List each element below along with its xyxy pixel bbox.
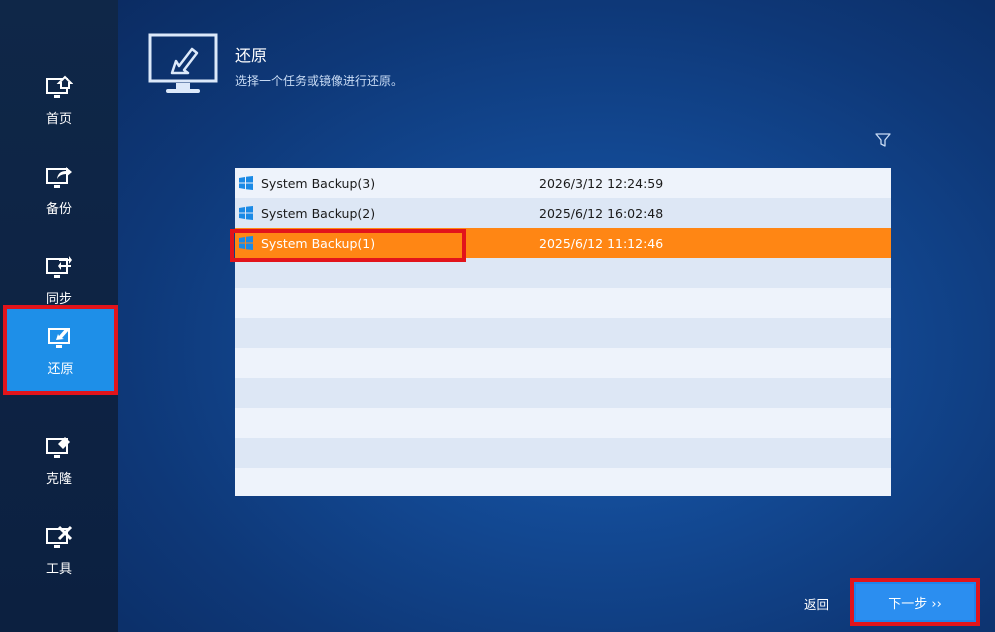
back-button[interactable]: 返回 <box>804 594 829 613</box>
empty-row <box>235 378 891 408</box>
sidebar-item-label: 工具 <box>45 561 72 577</box>
empty-row <box>235 348 891 378</box>
sync-icon <box>46 255 72 278</box>
sidebar-item-label: 同步 <box>45 291 72 307</box>
sidebar-item-tools[interactable]: 工具 <box>0 505 118 595</box>
empty-row <box>235 438 891 468</box>
restore-icon <box>47 327 70 348</box>
backup-time: 2025/6/12 11:12:46 <box>539 235 664 251</box>
backup-name: System Backup(3) <box>261 175 376 191</box>
sidebar-item-label: 还原 <box>47 361 74 377</box>
sidebar-item-home[interactable]: 首页 <box>0 55 118 145</box>
clone-icon <box>46 436 70 458</box>
restore-header-icon <box>148 33 218 93</box>
tools-icon <box>46 525 73 548</box>
sidebar-item-label: 首页 <box>45 111 72 127</box>
empty-row <box>235 288 891 318</box>
empty-row <box>235 318 891 348</box>
next-button-label: 下一步 ›› <box>888 596 942 612</box>
empty-row <box>235 468 891 496</box>
windows-icon <box>239 206 253 220</box>
sidebar-item-clone[interactable]: 克隆 <box>0 415 118 505</box>
backup-name: System Backup(1) <box>261 235 376 251</box>
list-item[interactable]: System Backup(2) 2025/6/12 16:02:48 <box>235 198 891 228</box>
backup-name: System Backup(2) <box>261 205 376 221</box>
sidebar-item-backup[interactable]: 备份 <box>0 145 118 235</box>
sidebar-item-restore[interactable]: 还原 <box>3 305 118 395</box>
next-button[interactable]: 下一步 ›› <box>850 578 980 626</box>
page-subtitle: 选择一个任务或镜像进行还原。 <box>235 74 404 88</box>
empty-row <box>235 258 891 288</box>
sidebar-item-label: 备份 <box>45 201 72 217</box>
filter-icon[interactable] <box>875 132 891 148</box>
windows-icon <box>239 236 253 250</box>
list-item-selected[interactable]: System Backup(1) 2025/6/12 11:12:46 <box>235 228 891 258</box>
backup-time: 2025/6/12 16:02:48 <box>539 205 664 221</box>
main-panel: 还原 选择一个任务或镜像进行还原。 System Backup(3) 2026/… <box>118 0 995 632</box>
page-title: 还原 <box>235 46 268 65</box>
sidebar: 首页 备份 同步 还原 克隆 工具 <box>0 0 118 632</box>
windows-icon <box>239 176 253 190</box>
list-item[interactable]: System Backup(3) 2026/3/12 12:24:59 <box>235 168 891 198</box>
backup-list: System Backup(3) 2026/3/12 12:24:59 Syst… <box>235 168 891 496</box>
sidebar-item-label: 克隆 <box>45 471 72 487</box>
backup-icon <box>46 166 72 188</box>
home-icon <box>46 75 73 98</box>
empty-row <box>235 408 891 438</box>
backup-time: 2026/3/12 12:24:59 <box>539 175 664 191</box>
